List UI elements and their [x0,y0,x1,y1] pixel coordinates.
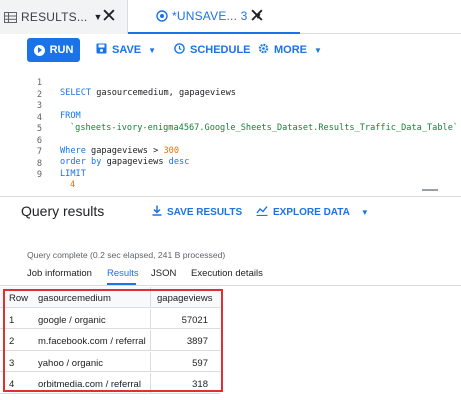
row-number: 1 [9,314,15,326]
tab-json[interactable]: JSON [151,268,176,279]
tab-job-information[interactable]: Job information [27,268,92,279]
column-divider [150,373,151,393]
gear-icon [258,43,269,57]
run-button[interactable]: RUN [27,38,80,62]
column-header-gapageviews[interactable]: gapageviews [157,293,212,304]
results-header: Query results SAVE RESULTS EXPLORE DATA … [0,196,461,224]
tab-unsaved-label: *UNSAVE... 3 [172,9,248,23]
play-icon [33,44,45,56]
column-divider [150,351,151,371]
save-icon [96,43,107,57]
row-number: 2 [9,336,15,347]
chart-icon [256,205,268,219]
sql-editor[interactable]: 1 SELECT gasourcemedium, gapageviews 2 3… [0,66,461,194]
cell-gasourcemedium: google / organic [38,314,106,326]
row-number: 3 [9,357,15,369]
column-divider [150,287,151,307]
editor-line: 6 Where gapageviews > 300 [0,126,461,156]
editor-line: 4 `gsheets-ivory-enigma4567.Google_Sheet… [0,103,461,133]
column-header-gasourcemedium[interactable]: gasourcemedium [38,293,111,304]
chevron-down-icon: ▼ [360,207,369,217]
save-results-button[interactable]: SAVE RESULTS [152,205,242,219]
schedule-button[interactable]: SCHEDULE [174,38,251,62]
editor-line: 3 FROM [0,91,461,121]
editor-line: 8 LIMIT [0,149,461,179]
table-row: 2 m.facebook.com / referral 3897 [0,330,220,351]
table-header-row: Row gasourcemedium gapageviews [0,287,220,308]
results-title: Query results [21,203,105,219]
query-status: Query complete (0.2 sec elapsed, 241 B p… [27,250,226,260]
column-header-row[interactable]: Row [9,293,28,304]
explore-data-label: EXPLORE DATA [273,206,350,218]
table-row: 4 orbitmedia.com / referral 318 [0,373,220,394]
download-icon [152,205,162,219]
tab-results[interactable]: RESULTS... ▼ ✕ [0,0,128,34]
editor-line: 1 SELECT gasourcemedium, gapageviews [0,68,461,98]
cell-gapageviews: 3897 [186,336,208,347]
save-button[interactable]: SAVE ▼ [96,38,156,62]
tab-results-label: RESULTS... [21,10,88,24]
save-label: SAVE [112,44,142,56]
chevron-down-icon: ▼ [314,45,322,55]
editor-scrollbar[interactable] [422,189,438,191]
clock-icon [174,43,185,57]
column-divider [150,308,151,328]
more-label: MORE [274,44,307,56]
cell-gasourcemedium: yahoo / organic [38,357,103,369]
tab-bar: RESULTS... ▼ ✕ *UNSAVE... 3 ▼ ✕ [0,0,461,34]
run-label: RUN [49,44,74,56]
line-number: 9 [36,170,42,180]
chevron-down-icon: ▼ [148,45,157,55]
results-subtabs: Job information Results JSON Execution d… [0,264,461,286]
cell-gapageviews: 57021 [181,314,208,326]
column-divider [150,330,151,350]
sql-number: 4 [70,180,76,190]
editor-line: 7 order by gapageviews desc [0,137,461,167]
close-icon[interactable]: ✕ [101,7,117,26]
save-results-label: SAVE RESULTS [167,206,243,218]
cell-gapageviews: 318 [192,379,208,390]
query-toolbar: RUN SAVE ▼ SCHEDULE MORE ▼ [0,34,461,64]
tab-execution-details[interactable]: Execution details [191,268,263,279]
query-icon [156,10,168,22]
editor-line: 9 4 [0,160,461,190]
row-number: 4 [9,379,15,390]
tab-unsaved-query[interactable]: *UNSAVE... 3 ▼ ✕ [128,0,300,34]
cell-gasourcemedium: m.facebook.com / referral [38,336,146,347]
table-row: 1 google / organic 57021 [0,308,220,329]
more-button[interactable]: MORE ▼ [258,38,322,62]
tab-results[interactable]: Results [107,268,139,279]
editor-line: 5 [0,114,461,134]
explore-data-button[interactable]: EXPLORE DATA ▼ [256,205,369,219]
editor-line: 2 [0,80,461,100]
active-tab-indicator [107,283,136,285]
grid-icon [4,11,17,23]
close-icon[interactable]: ✕ [249,7,265,26]
schedule-label: SCHEDULE [190,44,251,56]
table-row: 3 yahoo / organic 597 [0,351,220,372]
cell-gasourcemedium: orbitmedia.com / referral [38,379,141,390]
cell-gapageviews: 597 [192,357,208,369]
